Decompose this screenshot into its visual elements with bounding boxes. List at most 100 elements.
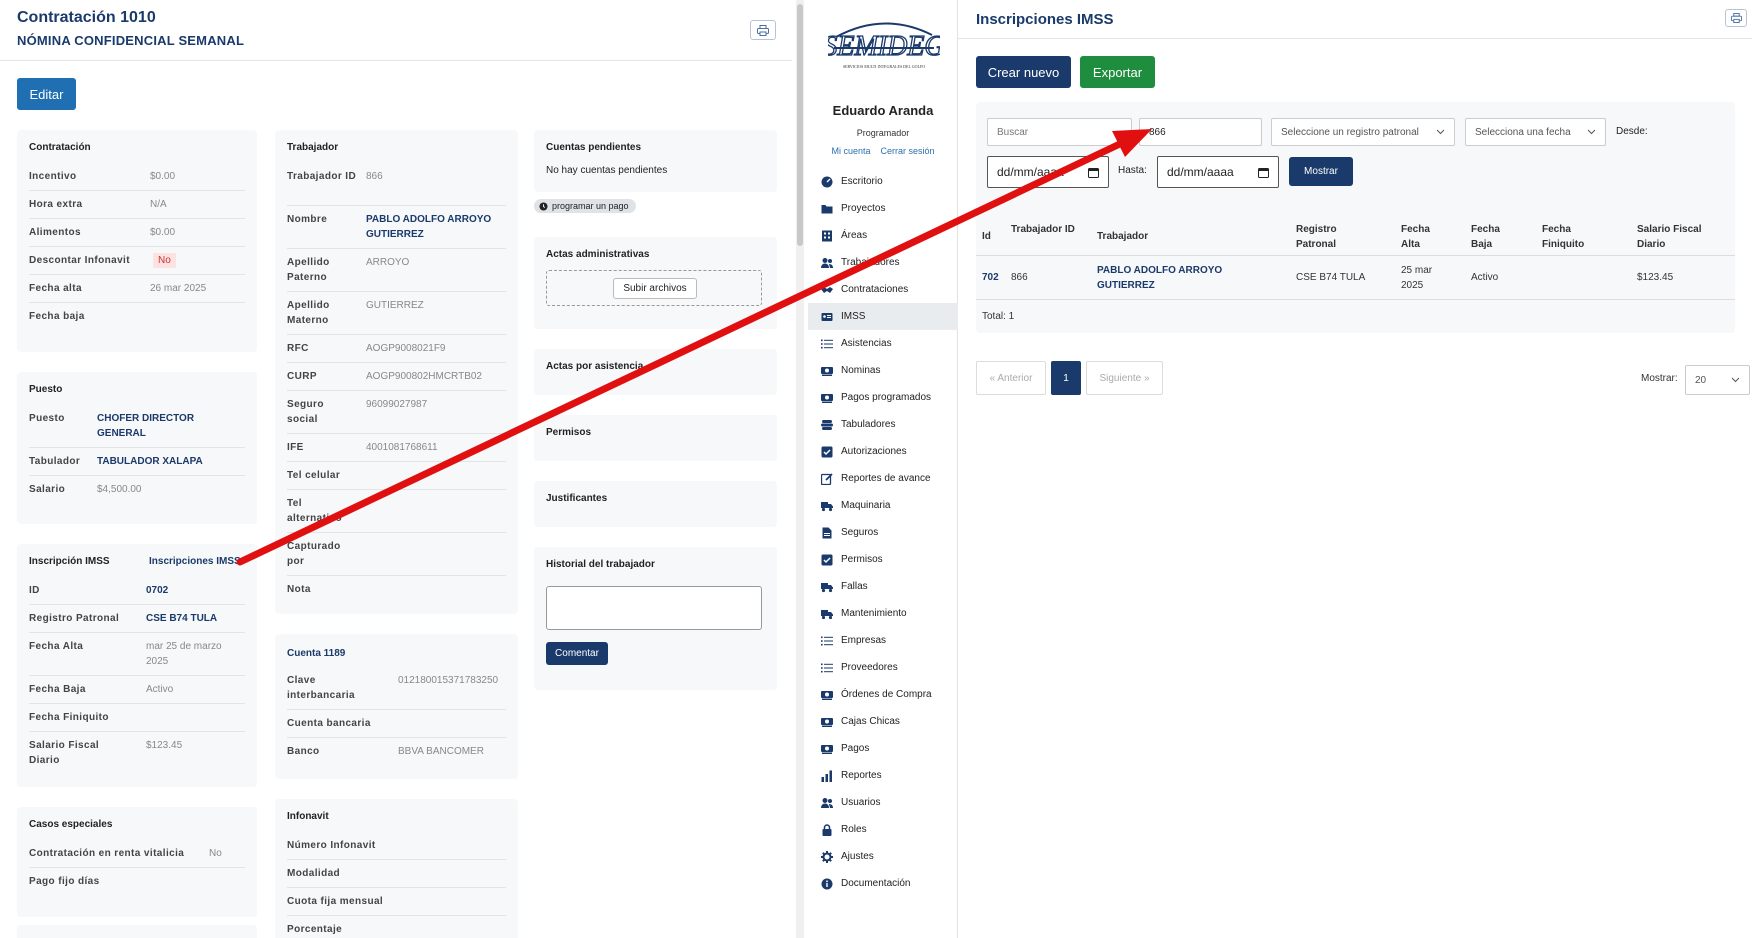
sidebar-item-escritorio[interactable]: Escritorio	[808, 168, 958, 195]
my-account-link[interactable]: Mi cuenta	[831, 146, 870, 156]
sidebar-item-reportes[interactable]: Reportes	[808, 762, 958, 789]
dropzone[interactable]: Subir archivos	[546, 270, 762, 306]
chevron-down-icon	[1436, 129, 1445, 135]
worker-name-link[interactable]: PABLO ADOLFO ARROYO GUTIERREZ	[1097, 263, 1247, 293]
per-page-select[interactable]: 20	[1685, 365, 1750, 395]
row-incentivo: Incentivo $0.00	[29, 163, 245, 191]
registro-patronal-select[interactable]: Seleccione un registro patronal	[1271, 118, 1455, 146]
value: BBVA BANCOMER	[398, 746, 484, 757]
attendance-records-title: Actas por asistencia	[546, 361, 644, 372]
sidebar-item-label: IMSS	[841, 311, 866, 322]
worker-id-filter[interactable]: 866	[1139, 118, 1262, 146]
sidebar-item-permisos[interactable]: Permisos	[808, 546, 958, 573]
value: No	[209, 848, 222, 859]
special-cases-title: Casos especiales	[29, 819, 113, 830]
schedule-payment-badge[interactable]: programar un pago	[534, 199, 636, 213]
sidebar-item-label: Cajas Chicas	[841, 716, 900, 727]
label: Fecha Baja	[29, 684, 86, 695]
value: 4001081768611	[366, 442, 438, 453]
label: Cuota fija mensual	[287, 896, 384, 907]
page-1-button[interactable]: 1	[1051, 361, 1081, 395]
sidebar-item-trabajadores[interactable]: Trabajadores	[808, 249, 958, 276]
scrollbar-thumb[interactable]	[797, 4, 803, 246]
sidebar-item-maquinaria[interactable]: Maquinaria	[808, 492, 958, 519]
folder-icon	[821, 204, 833, 213]
sidebar-item-tabuladores[interactable]: Tabuladores	[808, 411, 958, 438]
contract-card: Contratación Incentivo $0.00 Hora extra N/…	[17, 130, 257, 352]
search-input[interactable]: Buscar	[987, 118, 1132, 146]
sidebar-item-mantenimiento[interactable]: Mantenimiento	[808, 600, 958, 627]
sidebar-item-contrataciones[interactable]: Contrataciones	[808, 276, 958, 303]
comment-textarea[interactable]	[546, 586, 762, 630]
sidebar-item-nominas[interactable]: Nominas	[808, 357, 958, 384]
sidebar-item-usuarios[interactable]: Usuarios	[808, 789, 958, 816]
sidebar-item-roles[interactable]: Roles	[808, 816, 958, 843]
row-hora-extra: Hora extra N/A	[29, 191, 245, 219]
tabulador-link[interactable]: TABULADOR XALAPA	[97, 454, 203, 469]
worker-name-link[interactable]: PABLO ADOLFO ARROYO GUTIERREZ	[366, 212, 506, 242]
imss-table: Id Trabajador ID Trabajador Registro Pat…	[976, 216, 1735, 306]
from-date-input[interactable]: dd/mm/aaaa	[987, 156, 1109, 188]
sidebar-item-autorizaciones[interactable]: Autorizaciones	[808, 438, 958, 465]
sidebar-item-areas[interactable]: Áreas	[808, 222, 958, 249]
imss-id-link[interactable]: 0702	[146, 583, 168, 598]
row-cuota-fija: Cuota fija mensual	[287, 888, 506, 916]
account-link[interactable]: Cuenta 1189	[287, 646, 345, 661]
puesto-link[interactable]: CHOFER DIRECTOR GENERAL	[97, 411, 227, 441]
date-type-select[interactable]: Selecciona una fecha	[1465, 118, 1606, 146]
handshake-icon	[821, 286, 833, 293]
to-date-input[interactable]: dd/mm/aaaa	[1157, 156, 1279, 188]
value: ARROYO	[366, 257, 410, 268]
registro-link[interactable]: CSE B74 TULA	[146, 611, 217, 626]
label: Salario Fiscal Diario	[29, 740, 100, 766]
next-page-button[interactable]: Siguiente »	[1086, 361, 1163, 395]
sidebar-item-label: Áreas	[841, 230, 868, 241]
create-new-button[interactable]: Crear nuevo	[976, 56, 1071, 88]
calendar-icon[interactable]	[1258, 167, 1269, 178]
sidebar-item-ajustes[interactable]: Ajustes	[808, 843, 958, 870]
sidebar-item-documentacion[interactable]: Documentación	[808, 870, 958, 897]
sidebar-item-fallas[interactable]: Fallas	[808, 573, 958, 600]
print-button[interactable]	[750, 20, 776, 40]
row-fecha-baja-imss: Fecha Baja Activo	[29, 676, 245, 704]
edit-button[interactable]: Editar	[17, 78, 76, 110]
screen: { "left": { "title": "Contratación 1010"…	[0, 0, 1752, 938]
row-trabajador-id: Trabajador ID 866	[287, 163, 506, 206]
sidebar-item-imss[interactable]: IMSS	[808, 303, 958, 330]
infonavit-card: Infonavit Número Infonavit Modalidad Cuo…	[275, 799, 518, 938]
sidebar-item-proveedores[interactable]: Proveedores	[808, 654, 958, 681]
dashboard-icon	[821, 176, 833, 187]
label: Seguro social	[287, 399, 324, 425]
select-value: 20	[1695, 374, 1707, 386]
main-print-button[interactable]	[1725, 9, 1747, 27]
export-button[interactable]: Exportar	[1080, 56, 1155, 88]
label: Apellido Materno	[287, 300, 330, 326]
col-fecha-alta: Fecha Alta	[1401, 224, 1430, 250]
sidebar-item-proyectos[interactable]: Proyectos	[808, 195, 958, 222]
sidebar-item-cajas-chicas[interactable]: Cajas Chicas	[808, 708, 958, 735]
imss-link[interactable]: Inscripciones IMSS	[149, 554, 241, 569]
prev-page-button[interactable]: « Anterior	[976, 361, 1046, 395]
show-button[interactable]: Mostrar	[1289, 157, 1353, 186]
sidebar-item-reportes-de-avance[interactable]: Reportes de avance	[808, 465, 958, 492]
value: 96099027987	[366, 399, 428, 410]
sidebar-item-seguros[interactable]: Seguros	[808, 519, 958, 546]
logout-link[interactable]: Cerrar sesión	[881, 146, 935, 156]
comment-button[interactable]: Comentar	[546, 642, 608, 665]
upload-files-button[interactable]: Subir archivos	[613, 278, 697, 299]
sidebar-item-ordenes-de-compra[interactable]: Órdenes de Compra	[808, 681, 958, 708]
value: $123.45	[146, 740, 183, 751]
sidebar-item-empresas[interactable]: Empresas	[808, 627, 958, 654]
left-scrollbar[interactable]	[796, 0, 804, 938]
label: Fecha alta	[29, 283, 82, 294]
sidebar-item-pagos-programados[interactable]: Pagos programados	[808, 384, 958, 411]
sidebar-item-label: Roles	[841, 824, 867, 835]
sidebar-item-pagos[interactable]: Pagos	[808, 735, 958, 762]
row-descontar-infonavit: Descontar Infonavit No	[29, 247, 245, 275]
row-id-link[interactable]: 702	[982, 270, 999, 285]
sidebar-item-asistencias[interactable]: Asistencias	[808, 330, 958, 357]
calendar-icon[interactable]	[1088, 167, 1099, 178]
sidebar-item-label: Reportes de avance	[841, 473, 931, 484]
label: CURP	[287, 371, 317, 382]
pending-accounts-text: No hay cuentas pendientes	[546, 165, 668, 176]
